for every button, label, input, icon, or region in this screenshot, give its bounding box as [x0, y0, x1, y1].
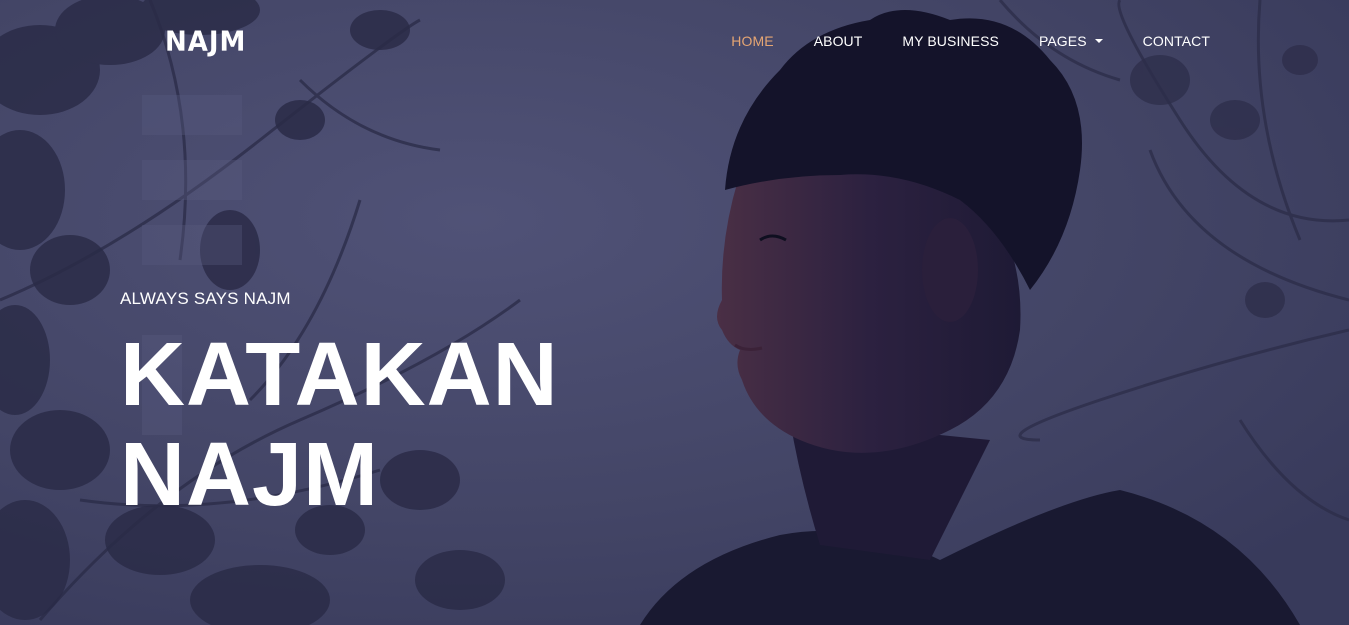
nav-link-my-business[interactable]: MY BUSINESS	[902, 33, 999, 49]
nav-item-pages: PAGES	[1039, 33, 1103, 51]
nav-link-contact[interactable]: CONTACT	[1143, 33, 1210, 49]
nav-link-home[interactable]: HOME	[731, 33, 773, 49]
nav-link-pages-label: PAGES	[1038, 33, 1087, 49]
caret-down-icon	[1094, 39, 1103, 43]
hero-background-image	[0, 0, 1349, 625]
hero-section: NAJM HOME ABOUT MY BUSINESS PAGES CONTAC…	[0, 0, 1349, 625]
nav-item-my-business: MY BUSINESS	[902, 33, 999, 51]
nav-link-pages-dropdown[interactable]: PAGES	[1039, 33, 1103, 49]
top-navbar: NAJM HOME ABOUT MY BUSINESS PAGES CONTAC…	[0, 0, 1349, 82]
hero-headline-line-1: KATAKAN	[120, 325, 559, 425]
nav-link-about[interactable]: ABOUT	[814, 33, 863, 49]
nav-item-home: HOME	[731, 33, 773, 51]
hero-headline-line-2: NAJM	[120, 425, 380, 525]
hero-headline: KATAKAN NAJM	[120, 325, 559, 525]
nav-item-about: ABOUT	[814, 33, 863, 51]
main-nav-menu: HOME ABOUT MY BUSINESS PAGES CONTACT	[731, 33, 1210, 51]
nav-item-contact: CONTACT	[1143, 33, 1210, 51]
site-logo[interactable]: NAJM	[165, 27, 246, 56]
hero-subtitle: ALWAYS SAYS NAJM	[120, 289, 291, 308]
